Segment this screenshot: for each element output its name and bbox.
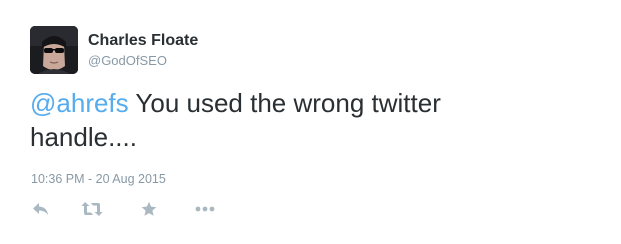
retweet-button[interactable] — [81, 199, 103, 219]
more-button[interactable] — [194, 199, 216, 219]
tweet-timestamp[interactable]: 10:36 PM - 20 Aug 2015 — [31, 171, 166, 187]
tweet-text-line1: You used the wrong twitter — [128, 88, 441, 118]
avatar[interactable] — [30, 26, 78, 74]
reply-button[interactable] — [30, 199, 52, 219]
author-name[interactable]: Charles Floate — [88, 31, 198, 51]
star-icon — [141, 201, 157, 216]
favorite-button[interactable] — [138, 199, 160, 219]
more-icon — [195, 206, 215, 212]
avatar-image — [30, 26, 78, 74]
tweet-card: Charles Floate @GodOfSEO @ahrefs You use… — [0, 0, 621, 244]
retweet-icon — [81, 202, 103, 216]
author-handle[interactable]: @GodOfSEO — [88, 53, 167, 69]
tweet-text-line2: handle.... — [30, 122, 137, 152]
tweet-text: @ahrefs You used the wrong twitter handle… — [30, 86, 590, 154]
mention-link[interactable]: @ahrefs — [30, 88, 129, 118]
reply-icon — [33, 203, 48, 215]
